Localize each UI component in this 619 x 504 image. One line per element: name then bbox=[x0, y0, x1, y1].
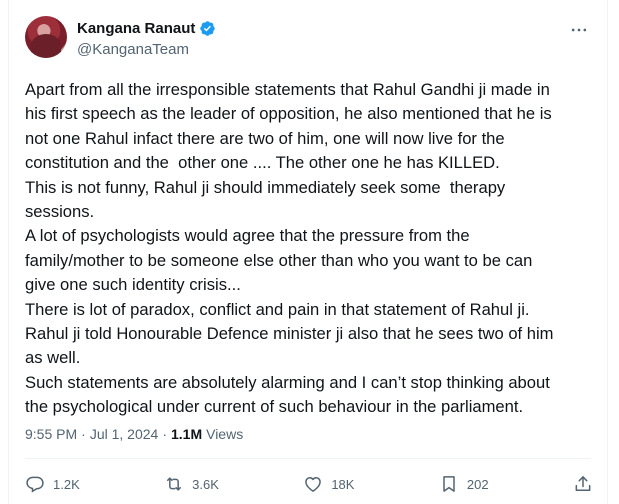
bookmark-icon bbox=[443, 476, 455, 492]
author-info: Kangana Ranaut @KanganaTeam bbox=[77, 18, 216, 58]
tweet-meta: 9:55 PM · Jul 1, 2024 · 1.1M Views bbox=[25, 426, 243, 442]
author-handle[interactable]: @KanganaTeam bbox=[77, 41, 216, 58]
reply-icon bbox=[26, 476, 44, 493]
share-icon bbox=[575, 476, 591, 491]
verified-badge-icon[interactable] bbox=[199, 20, 216, 37]
heart-icon bbox=[305, 477, 322, 492]
repost-icon bbox=[167, 477, 182, 491]
repost-count: 3.6K bbox=[192, 476, 219, 492]
tweet-text: Apart from all the irresponsible stateme… bbox=[25, 80, 554, 417]
tweet-header: Kangana Ranaut @KanganaTeam bbox=[25, 12, 591, 60]
repost-button[interactable]: 3.6K bbox=[164, 474, 219, 494]
share-button[interactable] bbox=[573, 474, 593, 494]
views-count[interactable]: 1.1M bbox=[171, 426, 202, 442]
action-bar: 1.2K 3.6K 18K 202 bbox=[25, 472, 593, 496]
author-display-name[interactable]: Kangana Ranaut bbox=[77, 20, 195, 37]
tweet-date[interactable]: Jul 1, 2024 bbox=[90, 426, 159, 442]
more-horizontal-icon[interactable] bbox=[567, 20, 591, 40]
like-count: 18K bbox=[331, 476, 355, 492]
name-row: Kangana Ranaut bbox=[77, 18, 216, 38]
bookmark-button[interactable]: 202 bbox=[439, 474, 489, 494]
meta-separator: · bbox=[162, 426, 167, 442]
like-button[interactable]: 18K bbox=[303, 474, 354, 494]
divider bbox=[25, 458, 591, 459]
bookmark-count: 202 bbox=[466, 476, 489, 492]
meta-separator: · bbox=[81, 426, 86, 442]
reply-count: 1.2K bbox=[53, 476, 80, 492]
tweet-time[interactable]: 9:55 PM bbox=[25, 426, 77, 442]
views-label: Views bbox=[206, 426, 244, 442]
tweet-card: Kangana Ranaut @KanganaTeam Apart from a… bbox=[8, 0, 608, 504]
reply-button[interactable]: 1.2K bbox=[25, 474, 80, 494]
avatar[interactable] bbox=[25, 16, 67, 58]
